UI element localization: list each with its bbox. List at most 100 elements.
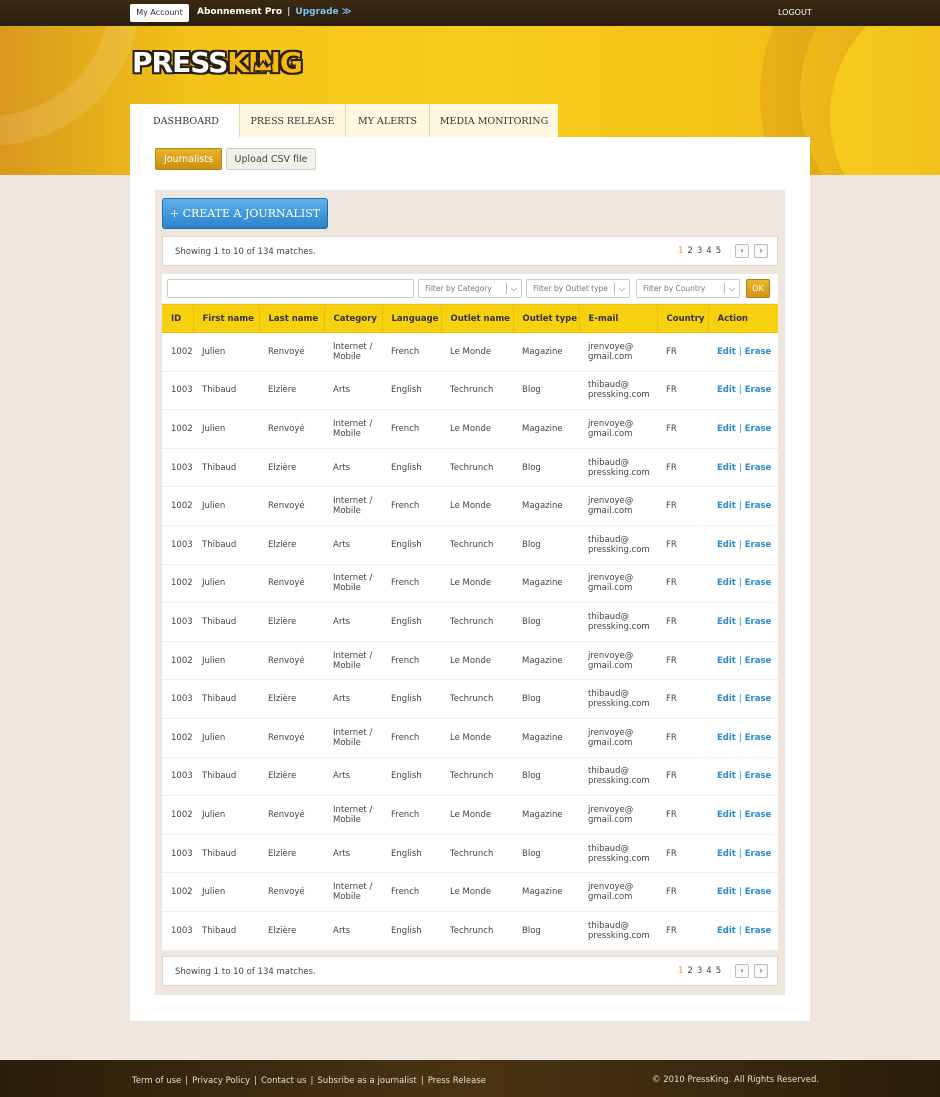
erase-link[interactable]: Erase <box>745 887 772 897</box>
column-header[interactable]: Country <box>657 304 709 333</box>
category-filter-select[interactable]: Filter by Category ⌵ <box>418 279 522 298</box>
action-cell: Edit | Erase <box>708 486 778 526</box>
edit-link[interactable]: Edit <box>717 887 736 897</box>
create-journalist-button[interactable]: + CREATE A JOURNALIST <box>162 198 328 229</box>
page-link[interactable]: 2 <box>687 246 692 256</box>
prev-page-button[interactable]: ‹ <box>735 964 749 978</box>
table-cell: FR <box>657 757 708 797</box>
erase-link[interactable]: Erase <box>745 578 772 588</box>
edit-link[interactable]: Edit <box>717 810 736 820</box>
filter-ok-button[interactable]: OK <box>746 279 770 298</box>
table-cell: Thibaud <box>193 679 259 719</box>
my-account-button[interactable]: My Account <box>130 4 189 22</box>
action-cell: Edit | Erase <box>708 718 778 758</box>
footer-link-press-release[interactable]: Press Release <box>428 1076 486 1086</box>
edit-link[interactable]: Edit <box>717 578 736 588</box>
table-cell: Renvoyé <box>259 872 324 912</box>
country-filter-select[interactable]: Filter by Country ⌵ <box>636 279 740 298</box>
top-bar: My Account Abonnement Pro | Upgrade ≫ LO… <box>0 0 940 26</box>
table-row: 1002 Julien Renvoyé Internet / Mobile French… <box>162 564 778 604</box>
table-cell: Internet / Mobile <box>324 409 382 449</box>
page-link[interactable]: 3 <box>697 966 702 976</box>
table-cell: English <box>382 371 441 411</box>
page-link[interactable]: 4 <box>706 246 711 256</box>
page-link[interactable]: 1 <box>678 966 683 976</box>
edit-link[interactable]: Edit <box>717 540 736 550</box>
erase-link[interactable]: Erase <box>745 540 772 550</box>
table-cell: jrenvoye@ gmail.com <box>579 795 657 835</box>
page-link[interactable]: 5 <box>716 246 721 256</box>
tab-media-monitoring[interactable]: MEDIA MONITORING <box>430 104 558 137</box>
edit-link[interactable]: Edit <box>717 771 736 781</box>
action-cell: Edit | Erase <box>708 911 778 951</box>
subtab-journalists[interactable]: Journalists <box>155 148 222 170</box>
column-header[interactable]: Outlet type <box>513 304 580 333</box>
page-link[interactable]: 4 <box>706 966 711 976</box>
edit-link[interactable]: Edit <box>717 926 736 936</box>
erase-link[interactable]: Erase <box>745 347 772 357</box>
upgrade-link[interactable]: Upgrade ≫ <box>295 7 351 17</box>
page-link[interactable]: 5 <box>716 966 721 976</box>
erase-link[interactable]: Erase <box>745 733 772 743</box>
table-cell: Techrunch <box>441 679 513 719</box>
edit-link[interactable]: Edit <box>717 733 736 743</box>
pagination-bottom: Showing 1 to 10 of 134 matches. 1 2 3 4 … <box>162 956 778 986</box>
table-cell: Le Monde <box>441 641 513 681</box>
column-header[interactable]: E-mail <box>579 304 658 333</box>
edit-link[interactable]: Edit <box>717 424 736 434</box>
pressking-logo[interactable]: PRESSKING <box>132 46 303 79</box>
outlet-type-filter-select[interactable]: Filter by Outlet type ⌵ <box>526 279 630 298</box>
erase-link[interactable]: Erase <box>745 926 772 936</box>
erase-link[interactable]: Erase <box>745 771 772 781</box>
edit-link[interactable]: Edit <box>717 463 736 473</box>
edit-link[interactable]: Edit <box>717 501 736 511</box>
footer-link-contact[interactable]: Contact us <box>261 1076 307 1086</box>
table-cell: Elzière <box>259 371 324 411</box>
table-cell: Renvoyé <box>259 332 324 372</box>
edit-link[interactable]: Edit <box>717 347 736 357</box>
action-cell: Edit | Erase <box>708 448 778 488</box>
erase-link[interactable]: Erase <box>745 810 772 820</box>
page-link[interactable]: 1 <box>678 246 683 256</box>
page-link[interactable]: 2 <box>687 966 692 976</box>
search-input[interactable] <box>167 279 414 298</box>
column-header[interactable]: ID <box>162 304 194 333</box>
column-header[interactable]: Outlet name <box>441 304 514 333</box>
erase-link[interactable]: Erase <box>745 501 772 511</box>
main-panel: Journalists Upload CSV file + CREATE A J… <box>130 137 810 1021</box>
footer-separator: | <box>254 1076 257 1086</box>
erase-link[interactable]: Erase <box>745 424 772 434</box>
column-header[interactable]: First name <box>193 304 260 333</box>
erase-link[interactable]: Erase <box>745 694 772 704</box>
table-cell: Elzière <box>259 602 324 642</box>
erase-link[interactable]: Erase <box>745 656 772 666</box>
erase-link[interactable]: Erase <box>745 463 772 473</box>
table-cell: Elzière <box>259 911 324 951</box>
edit-link[interactable]: Edit <box>717 385 736 395</box>
table-cell: Arts <box>324 602 382 642</box>
erase-link[interactable]: Erase <box>745 617 772 627</box>
column-header[interactable]: Last name <box>259 304 325 333</box>
next-page-button[interactable]: › <box>754 244 768 258</box>
edit-link[interactable]: Edit <box>717 656 736 666</box>
edit-link[interactable]: Edit <box>717 694 736 704</box>
edit-link[interactable]: Edit <box>717 617 736 627</box>
page-link[interactable]: 3 <box>697 246 702 256</box>
footer-link-privacy[interactable]: Privacy Policy <box>192 1076 250 1086</box>
table-cell: FR <box>657 371 708 411</box>
column-header[interactable]: Language <box>382 304 442 333</box>
tab-my-alerts[interactable]: MY ALERTS <box>346 104 430 137</box>
prev-page-button[interactable]: ‹ <box>735 244 749 258</box>
table-row: 1003 Thibaud Elzière Arts English Techrunch Bl… <box>162 371 778 411</box>
tab-press-release[interactable]: PRESS RELEASE <box>240 104 346 137</box>
subtab-upload-csv[interactable]: Upload CSV file <box>226 148 316 170</box>
tab-dashboard[interactable]: DASHBOARD <box>130 104 240 137</box>
footer-link-subscribe[interactable]: Subsribe as a journalist <box>317 1076 416 1086</box>
logout-link[interactable]: LOGOUT <box>778 8 812 17</box>
next-page-button[interactable]: › <box>754 964 768 978</box>
erase-link[interactable]: Erase <box>745 385 772 395</box>
erase-link[interactable]: Erase <box>745 849 772 859</box>
column-header[interactable]: Category <box>324 304 383 333</box>
footer-link-terms[interactable]: Term of use <box>132 1076 181 1086</box>
edit-link[interactable]: Edit <box>717 849 736 859</box>
